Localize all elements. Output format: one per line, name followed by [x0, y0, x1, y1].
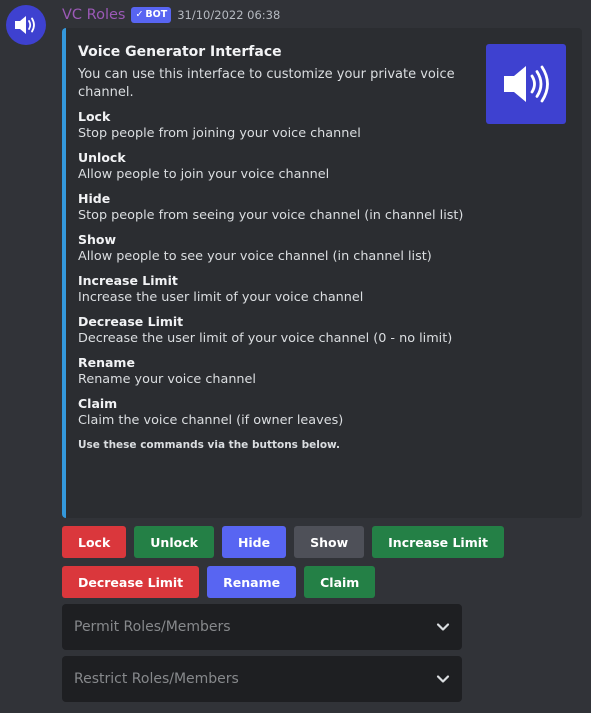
chevron-down-icon	[436, 623, 450, 631]
field-name: Claim	[78, 396, 118, 411]
select-placeholder: Permit Roles/Members	[74, 619, 231, 635]
button-row-1: Lock Unlock Hide Show Increase Limit	[62, 526, 504, 558]
field-value: Decrease the user limit of your voice ch…	[78, 331, 453, 346]
author-name[interactable]: VC Roles	[62, 7, 125, 23]
field-value: Stop people from seeing your voice chann…	[78, 208, 464, 223]
field-name: Rename	[78, 355, 135, 370]
field-value: Allow people to join your voice channel	[78, 167, 330, 182]
embed-field: Show Allow people to see your voice chan…	[78, 231, 478, 266]
embed-title: Voice Generator Interface	[78, 44, 282, 60]
lock-button[interactable]: Lock	[62, 526, 127, 558]
bot-badge: ✓ BOT	[131, 7, 172, 23]
claim-button[interactable]: Claim	[304, 566, 376, 598]
embed-body: Voice Generator Interface You can use th…	[78, 42, 478, 452]
embed-field: Hide Stop people from seeing your voice …	[78, 190, 478, 225]
verified-check-icon: ✓	[135, 9, 144, 20]
embed-footer: Use these commands via the buttons below…	[78, 439, 341, 451]
embed-description: You can use this interface to customize …	[78, 67, 455, 100]
bot-avatar[interactable]	[6, 5, 46, 45]
message-header: VC Roles ✓ BOT 31/10/2022 06:38	[62, 5, 280, 25]
field-value: Allow people to see your voice channel (…	[78, 249, 432, 264]
select-placeholder: Restrict Roles/Members	[74, 671, 239, 687]
show-button[interactable]: Show	[294, 526, 365, 558]
decrease-limit-button[interactable]: Decrease Limit	[62, 566, 200, 598]
embed-field: Decrease Limit Decrease the user limit o…	[78, 313, 478, 348]
speaker-icon	[15, 16, 35, 34]
field-name: Lock	[78, 109, 111, 124]
embed-field: Rename Rename your voice channel	[78, 354, 478, 389]
button-row-2: Decrease Limit Rename Claim	[62, 566, 376, 598]
unlock-button[interactable]: Unlock	[134, 526, 214, 558]
field-value: Increase the user limit of your voice ch…	[78, 290, 364, 305]
field-name: Unlock	[78, 150, 126, 165]
permit-roles-select[interactable]: Permit Roles/Members	[62, 604, 462, 650]
field-name: Decrease Limit	[78, 314, 184, 329]
field-name: Show	[78, 232, 117, 247]
embed: Voice Generator Interface You can use th…	[62, 28, 582, 518]
rename-button[interactable]: Rename	[207, 566, 297, 598]
embed-field: Increase Limit Increase the user limit o…	[78, 272, 478, 307]
embed-thumbnail[interactable]	[486, 44, 566, 124]
restrict-roles-select[interactable]: Restrict Roles/Members	[62, 656, 462, 702]
field-name: Increase Limit	[78, 273, 178, 288]
increase-limit-button[interactable]: Increase Limit	[372, 526, 504, 558]
field-name: Hide	[78, 191, 111, 206]
hide-button[interactable]: Hide	[221, 526, 287, 558]
field-value: Claim the voice channel (if owner leaves…	[78, 413, 344, 428]
field-value: Stop people from joining your voice chan…	[78, 126, 361, 141]
field-value: Rename your voice channel	[78, 372, 256, 387]
embed-field: Unlock Allow people to join your voice c…	[78, 149, 478, 184]
timestamp: 31/10/2022 06:38	[177, 8, 281, 22]
chevron-down-icon	[436, 675, 450, 683]
embed-field: Claim Claim the voice channel (if owner …	[78, 395, 478, 430]
embed-field: Lock Stop people from joining your voice…	[78, 108, 478, 143]
speaker-icon	[504, 65, 549, 103]
